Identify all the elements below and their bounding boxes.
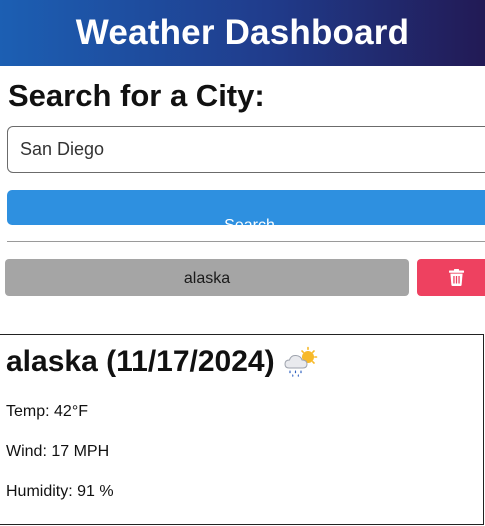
search-button-label: Search bbox=[224, 216, 275, 234]
search-heading: Search for a City: bbox=[8, 78, 265, 113]
current-city: alaska bbox=[6, 345, 98, 378]
search-button[interactable]: Search bbox=[7, 190, 485, 234]
cloud-rain-sun-icon bbox=[284, 346, 317, 377]
wind-text: Wind: 17 MPH bbox=[6, 443, 110, 460]
delete-history-button[interactable] bbox=[417, 259, 485, 296]
trash-icon bbox=[449, 269, 464, 286]
app-title: Weather Dashboard bbox=[75, 13, 410, 52]
city-search-input[interactable] bbox=[7, 126, 485, 173]
current-weather-title: alaska (11/17/2024) bbox=[6, 345, 319, 379]
current-date: (11/17/2024) bbox=[106, 345, 275, 378]
current-weather-card: alaska (11/17/2024) Temp: 42°F Wind: 17 … bbox=[0, 334, 484, 525]
temperature-text: Temp: 42°F bbox=[6, 403, 88, 420]
history-city-button[interactable]: alaska bbox=[5, 259, 409, 296]
app-header: Weather Dashboard bbox=[0, 0, 485, 66]
humidity-text: Humidity: 91 % bbox=[6, 483, 114, 500]
divider bbox=[7, 241, 485, 242]
